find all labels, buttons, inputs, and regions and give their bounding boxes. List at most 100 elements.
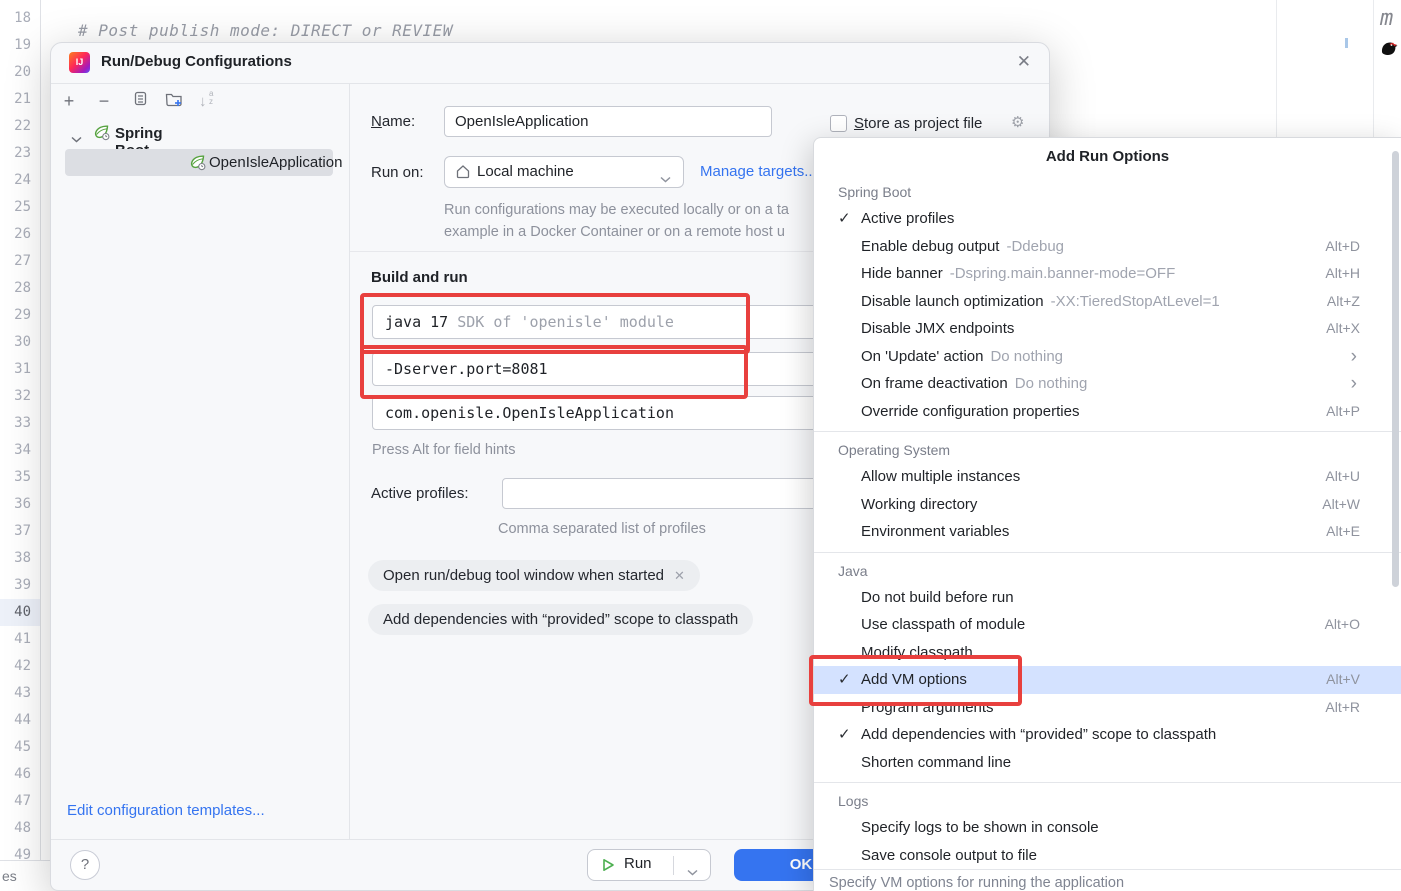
line-number: 18 [0, 5, 40, 32]
menu-item-label: On 'Update' action [861, 348, 983, 365]
line-number: 41 [0, 626, 40, 653]
menu-item[interactable]: Do not build before run [814, 584, 1401, 612]
line-number: 25 [0, 194, 40, 221]
copy-icon[interactable] [129, 91, 149, 111]
menu-item[interactable]: Specify logs to be shown in console [814, 814, 1401, 842]
run-button[interactable]: Run [587, 849, 711, 881]
line-number: 28 [0, 275, 40, 302]
main-class-field[interactable]: com.openisle.OpenIsleApplication [372, 396, 824, 430]
close-icon[interactable]: ✕ [1017, 52, 1031, 72]
manage-targets-link[interactable]: Manage targets... [700, 163, 817, 180]
spring-boot-icon [93, 124, 110, 146]
menu-item[interactable]: Working directoryAlt+W [814, 491, 1401, 519]
gutter-separator [40, 0, 41, 860]
menu-item-label: Add dependencies with “provided” scope t… [861, 726, 1216, 743]
dialog-title: Run/Debug Configurations [101, 53, 292, 70]
line-number: 42 [0, 653, 40, 680]
menu-item-hint: -Ddebug [1006, 238, 1064, 255]
name-label: Name: [371, 113, 415, 130]
menu-item[interactable]: On frame deactivationDo nothing› [814, 370, 1401, 398]
menu-item-label: Allow multiple instances [861, 468, 1020, 485]
menu-item-label: Working directory [861, 496, 977, 513]
line-number: 35 [0, 464, 40, 491]
menu-item-label: Specify logs to be shown in console [861, 819, 1099, 836]
annotation-box-add-vm-options [809, 655, 1022, 706]
menu-item[interactable]: ✓Add dependencies with “provided” scope … [814, 721, 1401, 749]
scrollbar[interactable] [1392, 151, 1399, 587]
screen: 1819202122232425262728293031323334353637… [0, 0, 1401, 891]
tag-label: Open run/debug tool window when started [383, 567, 664, 584]
menu-item-label: Hide banner [861, 265, 943, 282]
help-button[interactable]: ? [70, 850, 100, 880]
checkmark-icon: ✓ [838, 205, 851, 233]
menu-item-shortcut: Alt+H [1325, 260, 1360, 288]
run-on-value: Local machine [477, 163, 574, 180]
menu-item[interactable]: Use classpath of moduleAlt+O [814, 611, 1401, 639]
menu-item-label: Override configuration properties [861, 403, 1079, 420]
line-number: 30 [0, 329, 40, 356]
menu-item-label: Use classpath of module [861, 616, 1025, 633]
menu-item[interactable]: ✓Active profiles [814, 205, 1401, 233]
run-on-select[interactable]: Local machine [444, 156, 684, 188]
chevron-down-icon[interactable] [687, 863, 698, 881]
line-number: 46 [0, 761, 40, 788]
line-number: 26 [0, 221, 40, 248]
line-number: 49 [0, 842, 40, 869]
add-run-options-popup: Add Run Options Spring Boot✓Active profi… [813, 137, 1401, 891]
name-input[interactable]: OpenIsleApplication [444, 106, 772, 137]
line-number: 45 [0, 734, 40, 761]
menu-item-label: Save console output to file [861, 847, 1037, 864]
close-icon[interactable]: ✕ [674, 568, 685, 583]
menu-item-shortcut: Alt+U [1325, 463, 1360, 491]
active-profiles-input[interactable] [502, 478, 832, 509]
menu-item[interactable]: Enable debug output-DdebugAlt+D [814, 233, 1401, 261]
line-number: 33 [0, 410, 40, 437]
menu-item[interactable]: Environment variablesAlt+E [814, 518, 1401, 546]
menu-item[interactable]: Disable JMX endpointsAlt+X [814, 315, 1401, 343]
menu-item[interactable]: Override configuration propertiesAlt+P [814, 398, 1401, 426]
breadcrumb-partial-text: es [2, 868, 17, 884]
menu-item[interactable]: Save console output to file [814, 842, 1401, 870]
line-number: 20 [0, 59, 40, 86]
line-number: 37 [0, 518, 40, 545]
menu-divider [814, 552, 1401, 553]
tag-open-run-tool-window[interactable]: Open run/debug tool window when started ✕ [368, 560, 700, 591]
tree-item-openisleapplication[interactable]: OpenIsleApplication [65, 149, 333, 176]
menu-item-label: Disable JMX endpoints [861, 320, 1014, 337]
menu-item[interactable]: On 'Update' actionDo nothing› [814, 343, 1401, 371]
error-stripe-mark [1345, 38, 1348, 48]
menu-item[interactable]: Shorten command line [814, 749, 1401, 777]
gear-icon[interactable]: ⚙ [1011, 113, 1024, 131]
button-separator [673, 856, 674, 875]
popup-status-text: Specify VM options for running the appli… [829, 875, 1124, 891]
store-as-project-file-checkbox[interactable] [830, 115, 847, 132]
active-profiles-label: Active profiles: [371, 485, 469, 502]
line-number: 29 [0, 302, 40, 329]
sort-alphabetically-icon[interactable]: ↓az [199, 93, 219, 110]
menu-section-title: Spring Boot [814, 179, 1401, 205]
panel-divider [349, 83, 350, 839]
menu-item[interactable]: Allow multiple instances Alt+U [814, 463, 1401, 491]
field-hint-text: Press Alt for field hints [372, 442, 515, 458]
menu-item-label: Enable debug output [861, 238, 999, 255]
play-icon [602, 858, 615, 877]
add-icon[interactable]: + [59, 91, 79, 111]
popup-title: Add Run Options [814, 148, 1401, 165]
dialog-titlebar: IJ Run/Debug Configurations ✕ [51, 43, 1049, 84]
menu-item-hint: -Dspring.main.banner-mode=OFF [950, 265, 1176, 282]
menu-item[interactable]: Disable launch optimization-XX:TieredSto… [814, 288, 1401, 316]
bird-icon [1378, 38, 1399, 62]
remove-icon[interactable]: − [94, 91, 114, 111]
new-folder-icon[interactable] [164, 91, 184, 111]
line-number: 38 [0, 545, 40, 572]
menu-item-label: Shorten command line [861, 754, 1011, 771]
line-number: 36 [0, 491, 40, 518]
tag-add-provided-dependencies[interactable]: Add dependencies with “provided” scope t… [368, 604, 753, 635]
store-as-project-file-label: Store as project file [854, 115, 982, 132]
configurations-toolbar: + − ↓az [59, 89, 219, 113]
edit-configuration-templates-link[interactable]: Edit configuration templates... [67, 802, 265, 819]
menu-divider [814, 431, 1401, 432]
chevron-down-icon[interactable] [71, 130, 82, 148]
line-number: 24 [0, 167, 40, 194]
menu-item[interactable]: Hide banner -Dspring.main.banner-mode=OFF… [814, 260, 1401, 288]
